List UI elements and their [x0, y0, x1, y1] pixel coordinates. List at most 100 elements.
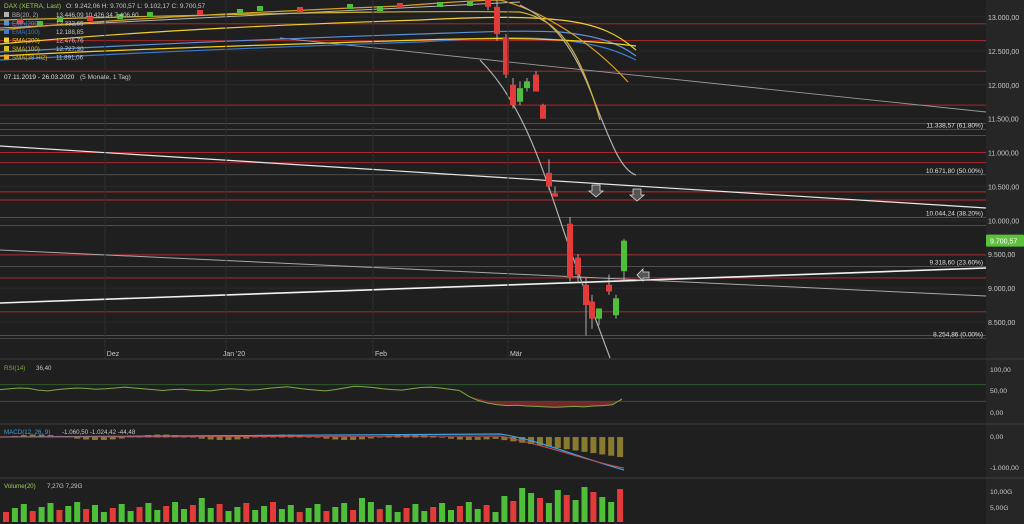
volume-bar: [465, 502, 472, 522]
candle-body: [589, 301, 595, 319]
macd-histogram-bar: [563, 437, 570, 450]
macd-histogram-bar: [439, 437, 446, 438]
macd-histogram-bar: [456, 437, 463, 440]
volume-bar: [216, 504, 223, 522]
x-tick-label: Dez: [107, 351, 120, 358]
volume-bar: [189, 505, 196, 522]
macd-histogram-bar: [83, 437, 90, 440]
macd-histogram-bar: [109, 437, 116, 440]
candle-body: [510, 84, 516, 106]
volume-bar: [332, 507, 339, 522]
macd-histogram-bar: [367, 437, 374, 439]
volume-bar: [350, 510, 357, 522]
legend-swatch: [4, 37, 9, 43]
macd-histogram-bar: [359, 437, 365, 440]
price-axis: [986, 0, 1024, 524]
volume-value: 7,27G 7,29G: [47, 483, 83, 490]
macd-histogram-bar: [100, 437, 107, 440]
legend-label: SMA(200): [12, 38, 40, 45]
macd-histogram-bar: [323, 437, 330, 439]
volume-bar: [474, 509, 481, 522]
volume-bar: [127, 511, 134, 522]
volume-bar: [359, 498, 365, 522]
main-panel: [0, 0, 986, 358]
macd-histogram-bar: [448, 437, 454, 439]
y-tick-label: 11.000,00: [988, 151, 1019, 158]
candle-body: [533, 74, 539, 92]
fib-label: 11.338,57 (61.80%): [926, 123, 983, 130]
volume-bar: [323, 511, 330, 522]
macd-value: -1.060,50 -1.024,42 -44,48: [62, 429, 136, 436]
macd-histogram-bar: [590, 437, 597, 454]
candle-body: [583, 284, 589, 306]
rsi-legend: RSI(14): [4, 365, 25, 372]
volume-bar: [537, 498, 543, 522]
candle-body: [494, 6, 500, 34]
x-tick-label: Jan '20: [223, 351, 245, 358]
macd-histogram-bar: [554, 437, 561, 448]
candle-body: [613, 298, 619, 316]
volume-bar: [314, 504, 321, 522]
rsi-tick-label: 100,00: [990, 367, 1011, 374]
volume-bar: [617, 489, 624, 522]
macd-histogram-bar: [492, 437, 499, 439]
macd-histogram-bar: [581, 437, 588, 452]
candle-body: [397, 3, 403, 8]
candle-body: [297, 7, 303, 12]
macd-histogram-bar: [92, 437, 98, 440]
candle-body: [621, 240, 627, 272]
candle-body: [546, 172, 552, 187]
macd-histogram-bar: [341, 437, 348, 440]
volume-bar: [545, 503, 552, 522]
volume-bar: [11, 508, 18, 522]
fib-label: 8.254,86 (0.00%): [933, 332, 983, 339]
fib-label: 10.044,24 (38.20%): [926, 210, 983, 217]
legend-value: 12.188,85: [56, 29, 84, 36]
legend-label: EMA(200): [12, 21, 40, 28]
macd-panel: [0, 425, 986, 477]
chart-canvas[interactable]: 8.500,00 9.000,00 9.500,00 10.000,00 10.500,…: [0, 0, 1024, 524]
candle-body: [485, 0, 491, 7]
volume-bar: [163, 506, 170, 522]
volume-bar: [599, 497, 606, 522]
rsi-value: 36,40: [36, 365, 52, 372]
candle-body: [237, 9, 243, 14]
volume-bar: [403, 508, 410, 522]
candle-body: [147, 12, 153, 17]
candle-body: [197, 10, 203, 15]
legend-value: 12.332,65: [56, 21, 84, 28]
macd-histogram-bar: [599, 437, 606, 455]
volume-legend: Volume(20): [4, 483, 36, 490]
volume-bar: [501, 496, 508, 522]
y-tick-label: 10.500,00: [988, 184, 1019, 191]
macd-histogram-bar: [376, 436, 383, 438]
legend-label: EMA(100): [12, 29, 40, 36]
volume-bar: [243, 503, 250, 522]
volume-bar: [92, 505, 98, 522]
macd-histogram-bar: [252, 436, 259, 438]
macd-histogram-bar: [465, 437, 472, 440]
macd-histogram-bar: [243, 437, 250, 439]
legend-value: 12.476,76: [56, 38, 84, 45]
volume-bar: [136, 507, 143, 522]
volume-bar: [581, 487, 588, 522]
volume-bar: [296, 512, 303, 522]
macd-histogram-bar: [474, 437, 481, 440]
volume-bar: [109, 508, 116, 522]
volume-bar: [198, 498, 205, 522]
rsi-tick-label: 0,00: [990, 410, 1003, 417]
volume-bar: [252, 510, 259, 522]
candle-body: [524, 81, 530, 89]
symbol-label: DAX (XETRA, Last): [4, 3, 61, 10]
macd-histogram-bar: [350, 437, 357, 440]
fib-label: 9.318,60 (23.60%): [930, 260, 983, 267]
macd-histogram-bar: [207, 437, 214, 440]
volume-bar: [510, 501, 517, 522]
volume-bar: [412, 504, 419, 522]
rsi-tick-label: 50,00: [990, 388, 1007, 395]
volume-tick-label: 10,00G: [990, 489, 1012, 496]
volume-bar: [439, 503, 446, 522]
volume-bar: [118, 504, 125, 522]
legend-swatch: [4, 20, 9, 26]
volume-bar: [448, 510, 454, 522]
